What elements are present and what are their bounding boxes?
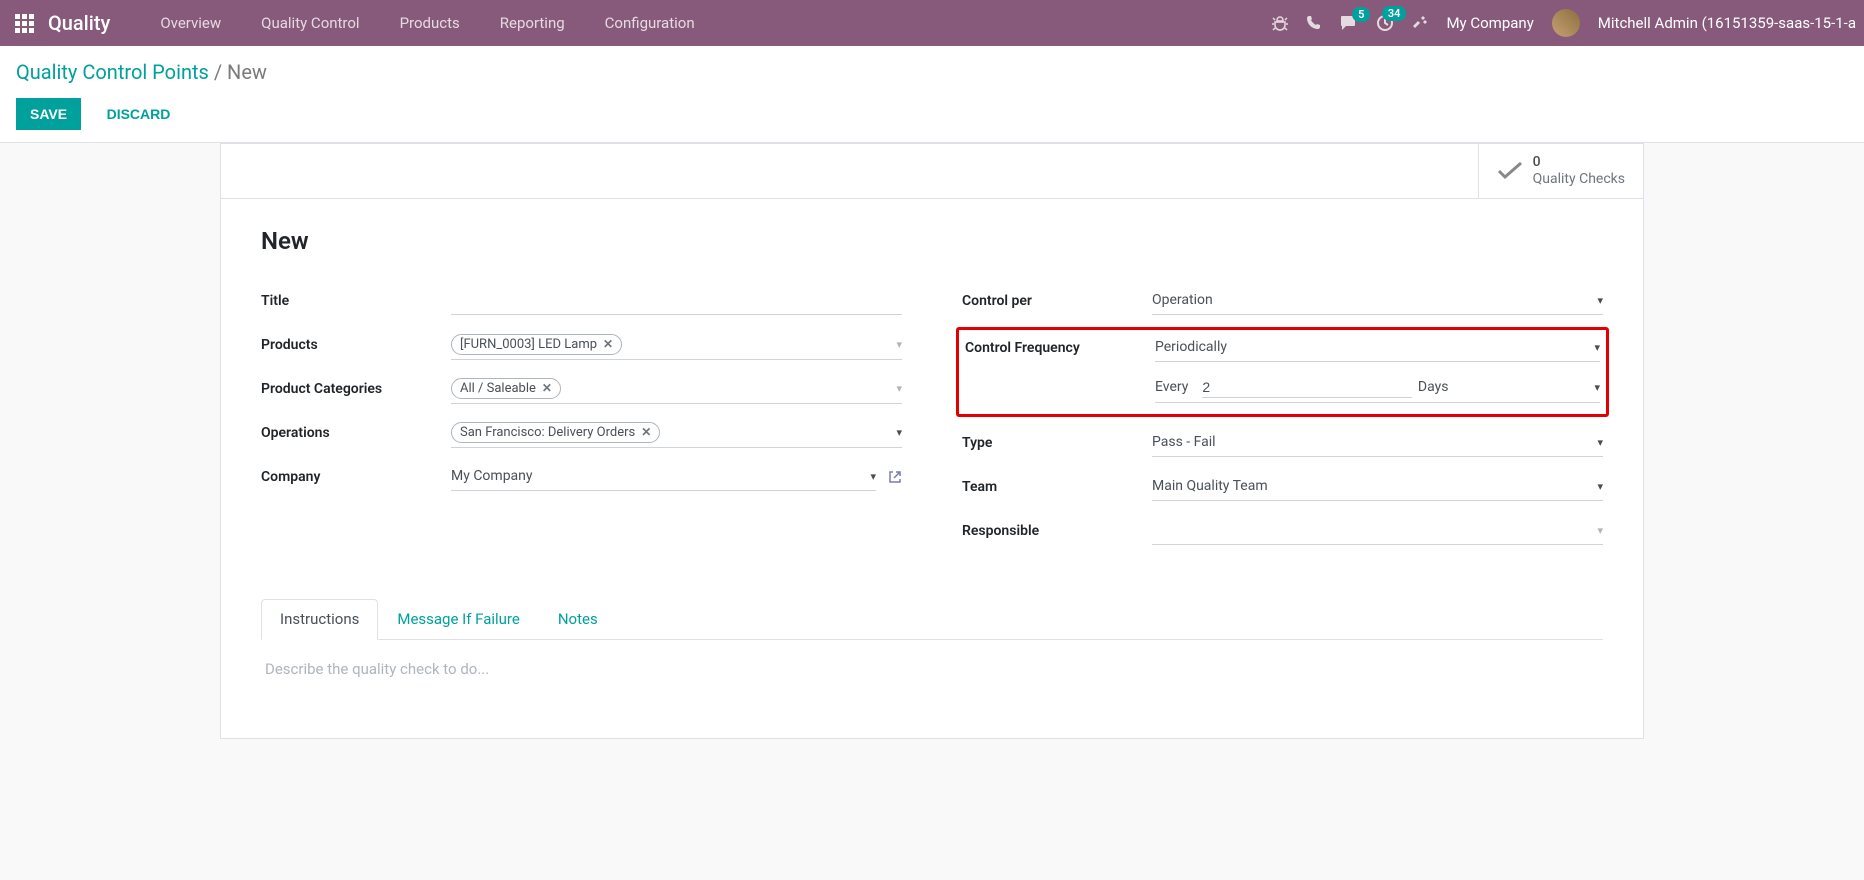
user-avatar[interactable]: [1552, 9, 1580, 37]
remove-category-icon[interactable]: ✕: [542, 381, 552, 395]
tab-instructions[interactable]: Instructions: [261, 599, 378, 640]
team-select[interactable]: Main Quality Team ▾: [1152, 473, 1603, 501]
nav-configuration[interactable]: Configuration: [585, 2, 715, 44]
stat-value: 0: [1533, 154, 1625, 171]
bug-icon[interactable]: [1272, 15, 1288, 31]
frequency-unit-label: Days: [1418, 379, 1589, 395]
messages-icon[interactable]: 5: [1340, 15, 1358, 31]
remove-operation-icon[interactable]: ✕: [641, 425, 651, 439]
remove-product-icon[interactable]: ✕: [603, 337, 613, 351]
caret-icon: ▾: [1594, 381, 1600, 394]
control-per-select[interactable]: Operation ▾: [1152, 287, 1603, 315]
caret-icon: ▾: [896, 382, 902, 395]
category-tag: All / Saleable ✕: [451, 378, 561, 399]
stat-label: Quality Checks: [1533, 171, 1625, 188]
app-brand[interactable]: Quality: [48, 11, 110, 35]
responsible-label: Responsible: [962, 523, 1152, 539]
external-link-icon[interactable]: [888, 470, 902, 484]
tab-content-instructions[interactable]: Describe the quality check to do...: [261, 640, 1603, 698]
tools-icon[interactable]: [1412, 15, 1428, 31]
frequency-number-input[interactable]: [1202, 377, 1412, 398]
phone-icon[interactable]: [1306, 15, 1322, 31]
discard-button[interactable]: DISCARD: [93, 98, 185, 130]
control-frequency-highlight: Control Frequency Periodically ▾ Every: [956, 327, 1609, 417]
button-box: 0 Quality Checks: [221, 144, 1643, 199]
caret-icon: ▾: [1597, 524, 1603, 537]
title-input[interactable]: [451, 287, 902, 315]
form-right-column: Control per Operation ▾ Control Frequenc…: [962, 285, 1603, 559]
company-label: Company: [261, 469, 451, 485]
messages-badge: 5: [1352, 7, 1370, 22]
product-tag: [FURN_0003] LED Lamp ✕: [451, 334, 622, 355]
apps-icon[interactable]: [8, 7, 40, 39]
caret-icon: ▾: [1597, 294, 1603, 307]
save-button[interactable]: SAVE: [16, 98, 81, 130]
nav-links: Overview Quality Control Products Report…: [140, 2, 714, 44]
form-sheet: 0 Quality Checks New Title Produc: [220, 143, 1644, 739]
caret-icon: ▾: [1594, 341, 1600, 354]
frequency-detail: Every Days ▾: [1155, 373, 1600, 403]
products-label: Products: [261, 337, 451, 353]
form-left-column: Title Products [FURN_0003] LED Lamp ✕: [261, 285, 902, 559]
nav-right: 5 34 My Company Mitchell Admin (16151359…: [1272, 9, 1856, 37]
user-menu[interactable]: Mitchell Admin (16151359-saas-15-1-a: [1598, 14, 1856, 32]
categories-input[interactable]: All / Saleable ✕ ▾: [451, 374, 902, 404]
responsible-select[interactable]: ▾: [1152, 517, 1603, 545]
tab-notes[interactable]: Notes: [539, 599, 617, 639]
nav-products[interactable]: Products: [380, 2, 480, 44]
quality-checks-stat[interactable]: 0 Quality Checks: [1478, 144, 1643, 198]
record-title: New: [261, 227, 1603, 255]
operations-input[interactable]: San Francisco: Delivery Orders ✕ ▾: [451, 418, 902, 448]
form-tabs: Instructions Message If Failure Notes: [261, 599, 1603, 640]
nav-overview[interactable]: Overview: [140, 2, 241, 44]
type-select[interactable]: Pass - Fail ▾: [1152, 429, 1603, 457]
nav-reporting[interactable]: Reporting: [480, 2, 585, 44]
control-frequency-label: Control Frequency: [965, 340, 1155, 356]
nav-quality-control[interactable]: Quality Control: [241, 2, 379, 44]
team-label: Team: [962, 479, 1152, 495]
caret-icon: ▾: [896, 338, 902, 351]
type-label: Type: [962, 435, 1152, 451]
control-per-label: Control per: [962, 293, 1152, 309]
categories-label: Product Categories: [261, 381, 451, 397]
caret-icon: ▾: [896, 426, 902, 439]
control-frequency-select[interactable]: Periodically ▾: [1155, 334, 1600, 362]
breadcrumb-parent[interactable]: Quality Control Points: [16, 60, 209, 84]
company-input[interactable]: My Company ▾: [451, 463, 876, 491]
breadcrumb: Quality Control Points / New: [16, 60, 1848, 84]
activities-icon[interactable]: 34: [1376, 14, 1394, 32]
activities-badge: 34: [1382, 6, 1407, 21]
instructions-placeholder: Describe the quality check to do...: [265, 660, 1599, 678]
caret-icon: ▾: [870, 470, 876, 483]
caret-icon: ▾: [1597, 436, 1603, 449]
company-selector[interactable]: My Company: [1446, 14, 1533, 32]
control-panel: Quality Control Points / New SAVE DISCAR…: [0, 46, 1864, 143]
caret-icon: ▾: [1597, 480, 1603, 493]
tab-message-if-failure[interactable]: Message If Failure: [378, 599, 538, 639]
main-navbar: Quality Overview Quality Control Product…: [0, 0, 1864, 46]
operation-tag: San Francisco: Delivery Orders ✕: [451, 422, 660, 443]
operations-label: Operations: [261, 425, 451, 441]
check-icon: [1497, 161, 1523, 181]
breadcrumb-current: New: [227, 60, 267, 84]
products-input[interactable]: [FURN_0003] LED Lamp ✕ ▾: [451, 330, 902, 360]
title-label: Title: [261, 293, 451, 309]
